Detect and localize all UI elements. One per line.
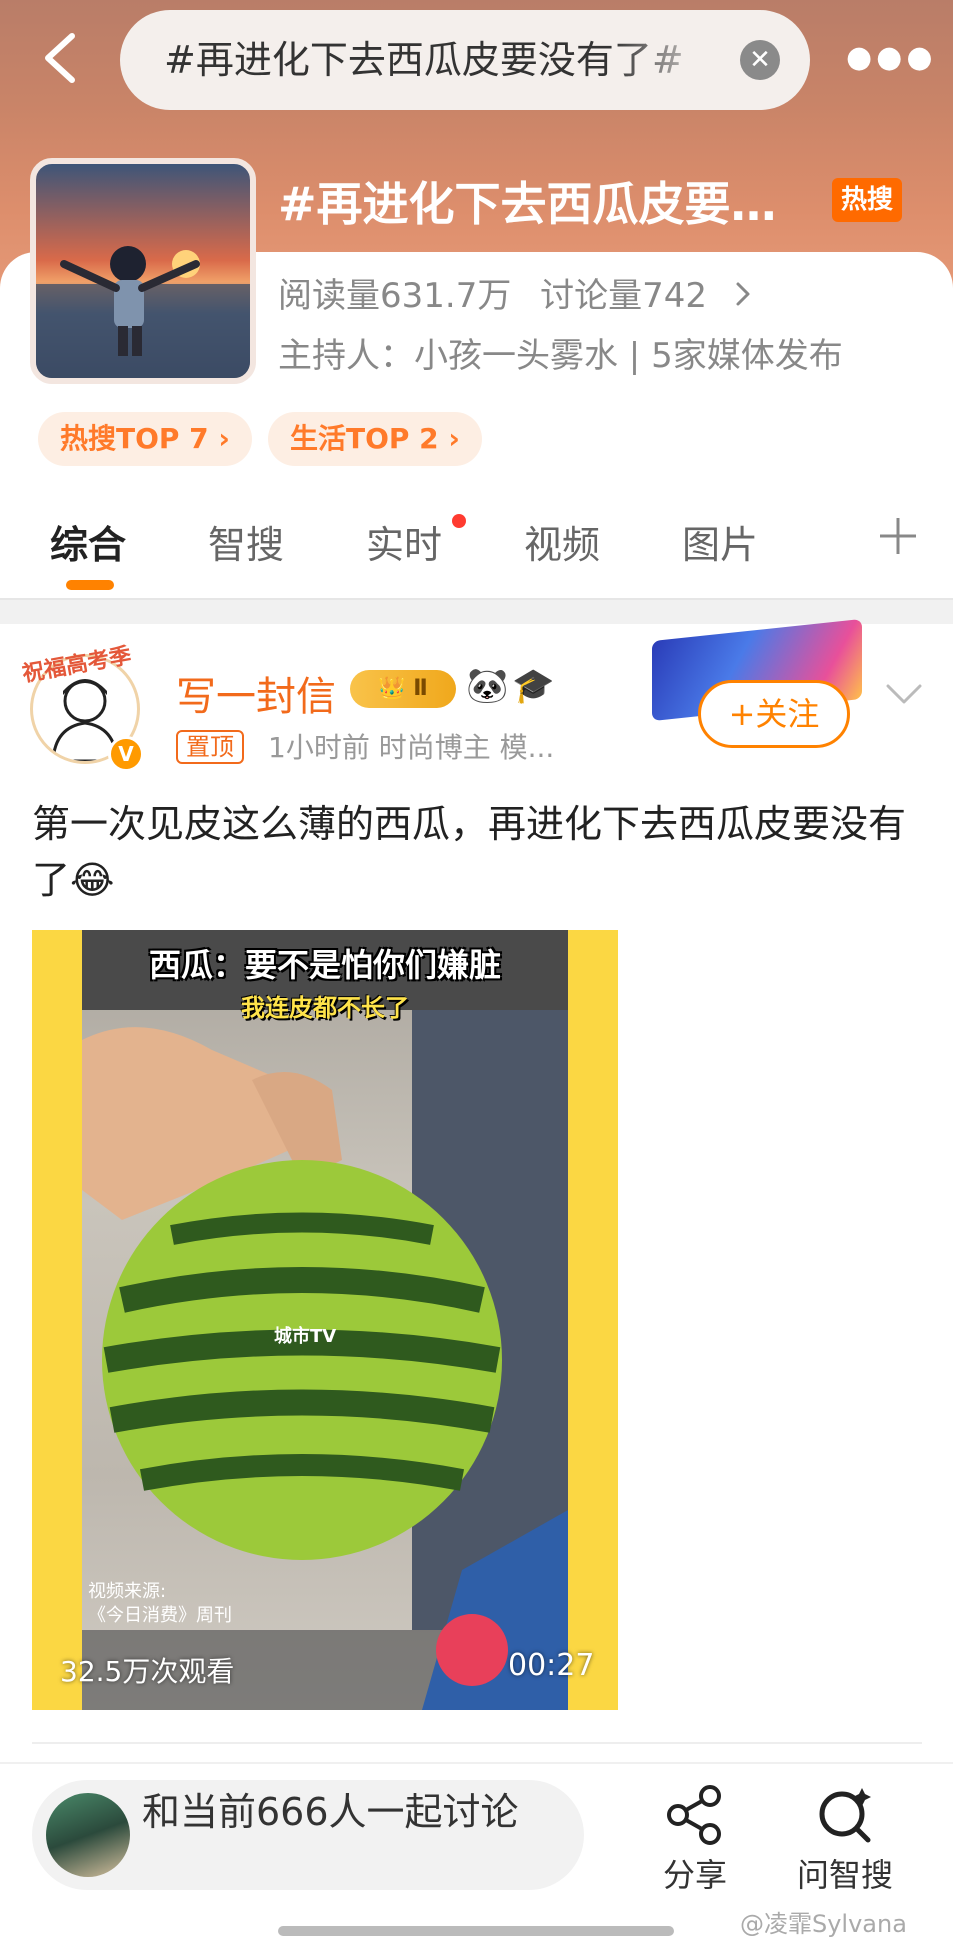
tab-fade (820, 500, 870, 590)
video-source-label: 视频来源: (88, 1581, 167, 1602)
search-box[interactable]: #再进化下去西瓜皮要没有了# ✕ (120, 10, 810, 110)
chevron-right-icon[interactable] (728, 266, 758, 322)
post-text: 第一次见皮这么薄的西瓜，再进化下去西瓜皮要没有了😂 (32, 802, 907, 902)
life-rank-pill[interactable]: 生活TOP 2 › (268, 412, 482, 466)
pinned-tag: 置顶 (176, 730, 244, 764)
tab-realtime[interactable]: 实时 (366, 514, 442, 569)
join-discussion-label: 和当前666人一起讨论 (142, 1790, 519, 1834)
chevron-left-icon (45, 33, 75, 83)
share-button[interactable]: 分享 (630, 1780, 760, 1900)
chevron-down-icon[interactable] (882, 674, 926, 714)
video-caption-sub: 我连皮都不长了 (241, 994, 409, 1022)
watermark-credit: @凌霏Sylvana (740, 1910, 907, 1938)
video-source: 视频来源: 《今日消费》周刊 (88, 1580, 232, 1628)
video-source-name: 《今日消费》周刊 (88, 1605, 232, 1626)
post-meta: 1小时前 时尚博主 模... (268, 731, 555, 764)
smart-search-icon (819, 1788, 871, 1843)
tab-images[interactable]: 图片 (682, 514, 758, 569)
tab-bar: 综合 智搜 实时 视频 图片 (0, 498, 953, 588)
follow-button[interactable]: +关注 (698, 680, 850, 748)
share-label: 分享 (662, 1856, 727, 1894)
read-count: 阅读量631.7万 (278, 276, 512, 316)
ask-smart-search-label: 问智搜 (796, 1856, 893, 1894)
channel-logo: 城市TV (274, 1326, 337, 1347)
video-player[interactable]: 西瓜：要不是怕你们嫌脏 我连皮都不长了 城市TV 视频来源: 《今日消费》周刊 … (32, 930, 618, 1710)
plus-icon[interactable] (876, 514, 920, 558)
verified-icon: V (108, 736, 144, 772)
hot-rank-pill[interactable]: 热搜TOP 7 › (38, 412, 252, 466)
ask-smart-search-button[interactable]: 问智搜 (780, 1780, 910, 1900)
active-tab-indicator (66, 580, 114, 590)
user-avatar (46, 1793, 130, 1877)
author-name[interactable]: 写一封信 (176, 664, 336, 722)
back-button[interactable] (36, 28, 86, 88)
more-options-icon[interactable]: ●●● (846, 40, 933, 76)
discuss-count: 讨论量742 (540, 276, 708, 316)
hot-search-badge: 热搜 (832, 178, 902, 222)
vip-level-badge[interactable]: 👑 Ⅱ (350, 670, 456, 708)
tab-video[interactable]: 视频 (524, 514, 600, 569)
realtime-notification-dot (452, 514, 466, 528)
video-frame: 西瓜：要不是怕你们嫌脏 我连皮都不长了 城市TV 视频来源: 《今日消费》周刊 (82, 930, 568, 1710)
topic-cover-image (30, 158, 256, 384)
panda-badge-icon: 🐼 (466, 666, 509, 706)
home-indicator[interactable] (278, 1926, 674, 1936)
tab-smart-search[interactable]: 智搜 (208, 514, 284, 569)
topic-host-line[interactable]: 主持人：小孩一头雾水 | 5家媒体发布 (278, 328, 843, 384)
share-icon (667, 1785, 721, 1845)
tab-comprehensive[interactable]: 综合 (50, 514, 126, 569)
clear-search-icon[interactable]: ✕ (740, 40, 780, 80)
topic-stats[interactable]: 阅读量631.7万 讨论量742 (278, 268, 725, 324)
vip-level: Ⅱ (413, 676, 428, 701)
search-input[interactable]: #再进化下去西瓜皮要没有了# (164, 10, 724, 110)
video-duration: 00:27 (508, 1648, 595, 1683)
view-count: 32.5万次观看 (60, 1655, 235, 1688)
content-divider (32, 1742, 922, 1744)
video-caption-main: 西瓜：要不是怕你们嫌脏 (148, 946, 501, 984)
topic-title: #再进化下去西瓜皮要没有了# (278, 177, 818, 231)
section-divider (0, 598, 953, 624)
join-discussion-button[interactable]: 和当前666人一起讨论 (32, 1780, 584, 1890)
graduation-badge-icon: 🎓 (512, 666, 555, 706)
